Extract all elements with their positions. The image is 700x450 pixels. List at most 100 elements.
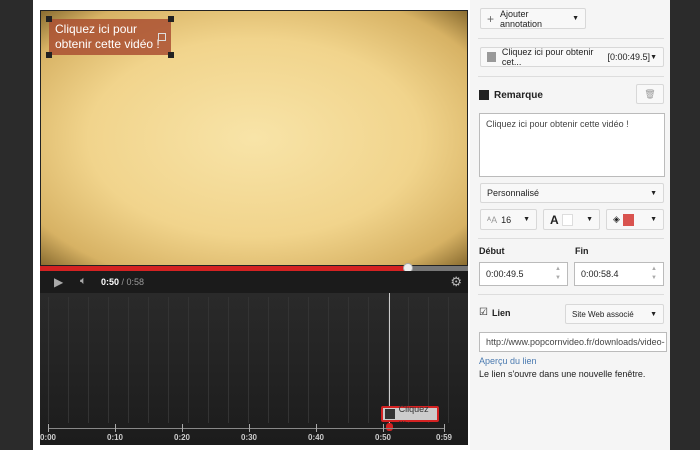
- timeline-tick-label: 0:59: [435, 433, 453, 442]
- timeline-tick: [182, 424, 183, 432]
- link-url-input[interactable]: http://www.popcornvideo.fr/downloads/vid…: [479, 332, 667, 352]
- timeline-tick-label: 0:20: [173, 433, 191, 442]
- grid-line: [448, 297, 449, 423]
- copy-icon[interactable]: [158, 33, 166, 41]
- add-annotation-label: Ajouter annotation: [500, 8, 543, 29]
- timeline-tick: [48, 424, 49, 432]
- note-icon: [385, 409, 395, 419]
- chevron-down-icon: ▼: [523, 216, 530, 223]
- selected-annotation: Cliquez ici pour obtenir cet...: [501, 47, 594, 67]
- resize-handle[interactable]: [46, 16, 52, 22]
- current-time: 0:50: [101, 277, 120, 287]
- grid-line: [248, 297, 249, 423]
- divider: [478, 238, 664, 239]
- resize-handle[interactable]: [46, 52, 52, 58]
- grid-line: [328, 297, 329, 423]
- font-size-icon: ᴬA: [487, 214, 498, 225]
- link-note: Le lien s'ouvre dans une nouvelle fenêtr…: [479, 369, 646, 379]
- annotation-overlay[interactable]: Cliquez ici pour obtenir cette vidéo !: [46, 16, 174, 58]
- chevron-down-icon: ▼: [572, 15, 579, 22]
- note-icon: [487, 52, 496, 62]
- chevron-down-icon: ▼: [650, 310, 657, 318]
- font-size-select[interactable]: ᴬA 16 ▼: [480, 209, 537, 230]
- timeline-tick-label: 0:10: [106, 433, 124, 442]
- end-time-value: 0:00:58.4: [581, 269, 619, 279]
- font-size-value: 16: [501, 214, 512, 225]
- annotation-timeline[interactable]: Cliquez ... 0:00 0:10 0:20 0:30 0:40 0:50 0:59: [40, 293, 468, 445]
- grid-line: [168, 297, 169, 423]
- annotation-type-label: Remarque: [494, 90, 543, 101]
- chevron-down-icon: ▼: [650, 53, 657, 61]
- grid-line: [228, 297, 229, 423]
- timeline-tick: [444, 424, 445, 432]
- start-time-input[interactable]: 0:00:49.5 ▲ ▼: [479, 262, 568, 286]
- grid-line: [88, 297, 89, 423]
- grid-line: [68, 297, 69, 423]
- note-icon: [479, 90, 489, 100]
- background-color-select[interactable]: ◈ ▼: [606, 209, 664, 230]
- timeline-tick: [383, 424, 384, 432]
- background-color-swatch: [622, 213, 634, 226]
- divider: [478, 38, 664, 39]
- grid-line: [288, 297, 289, 423]
- chevron-down-icon: ▼: [650, 189, 657, 197]
- grid-line: [208, 297, 209, 423]
- timeline-annotation-clip[interactable]: Cliquez ...: [381, 404, 439, 424]
- text-color-swatch: [561, 213, 573, 226]
- plus-icon: +: [487, 11, 495, 26]
- player-controls: ▶ 🔈︎ 0:50 / 0:58 ⚙: [40, 271, 468, 293]
- volume-icon[interactable]: 🔈︎: [80, 275, 87, 288]
- preview-link[interactable]: Aperçu du lien: [479, 356, 537, 366]
- grid-line: [108, 297, 109, 423]
- end-label: Fin: [575, 246, 589, 256]
- selected-time: [0:00:49.5]: [607, 52, 651, 62]
- clip-label: Cliquez ...: [398, 404, 429, 424]
- grid-line: [368, 297, 369, 423]
- timeline-axis: [48, 428, 444, 429]
- paint-bucket-icon: ◈: [613, 214, 620, 224]
- video-player[interactable]: Cliquez ici pour obtenir cette vidéo !: [40, 10, 468, 266]
- duration: 0:58: [126, 277, 145, 287]
- timeline-tick-label: 0:40: [307, 433, 325, 442]
- add-annotation-button[interactable]: + Ajouter annotation ▼: [480, 8, 586, 29]
- resize-handle[interactable]: [168, 16, 174, 22]
- start-time-value: 0:00:49.5: [486, 269, 524, 279]
- play-icon[interactable]: ▶: [54, 275, 63, 289]
- grid-line: [308, 297, 309, 423]
- end-time-stepper[interactable]: ▲ ▼: [651, 265, 657, 283]
- end-time-input[interactable]: 0:00:58.4 ▲ ▼: [574, 262, 664, 286]
- link-type-select[interactable]: Site Web associé ▼: [565, 304, 664, 324]
- annotation-text: Cliquez ici pour obtenir cette vidéo !: [55, 22, 160, 51]
- timeline-tick: [316, 424, 317, 432]
- annotation-panel: + Ajouter annotation ▼ Cliquez ici pour …: [470, 0, 670, 450]
- link-checkbox[interactable]: ☑: [479, 307, 488, 318]
- trash-icon: 🗑︎: [644, 88, 656, 99]
- resize-handle[interactable]: [168, 52, 174, 58]
- playhead-marker[interactable]: [386, 423, 393, 431]
- start-label: Début: [479, 246, 505, 256]
- timeline-tick-label: 0:00: [39, 433, 57, 442]
- chevron-down-icon: ▼: [586, 216, 593, 223]
- grid-line: [188, 297, 189, 423]
- annotation-text-input[interactable]: Cliquez ici pour obtenir cette vidéo !: [479, 113, 665, 177]
- grid-line: [348, 297, 349, 423]
- grid-line: [48, 297, 49, 423]
- link-label: Lien: [492, 308, 511, 318]
- delete-button[interactable]: 🗑︎: [636, 84, 664, 104]
- divider: [478, 294, 664, 295]
- gear-icon[interactable]: ⚙: [450, 274, 462, 290]
- link-type-value: Site Web associé: [572, 309, 634, 319]
- chevron-down-icon: ▼: [650, 216, 657, 223]
- timeline-tick-label: 0:50: [374, 433, 392, 442]
- timeline-tick: [249, 424, 250, 432]
- text-color-select[interactable]: A ▼: [543, 209, 600, 230]
- grid-line: [128, 297, 129, 423]
- divider: [478, 76, 664, 77]
- style-select-value: Personnalisé: [487, 188, 540, 198]
- timeline-tick: [115, 424, 116, 432]
- annotation-select[interactable]: Cliquez ici pour obtenir cet... [0:00:49…: [480, 47, 664, 67]
- grid-line: [268, 297, 269, 423]
- style-select[interactable]: Personnalisé ▼: [480, 183, 664, 203]
- timeline-tick-label: 0:30: [240, 433, 258, 442]
- start-time-stepper[interactable]: ▲ ▼: [555, 265, 561, 283]
